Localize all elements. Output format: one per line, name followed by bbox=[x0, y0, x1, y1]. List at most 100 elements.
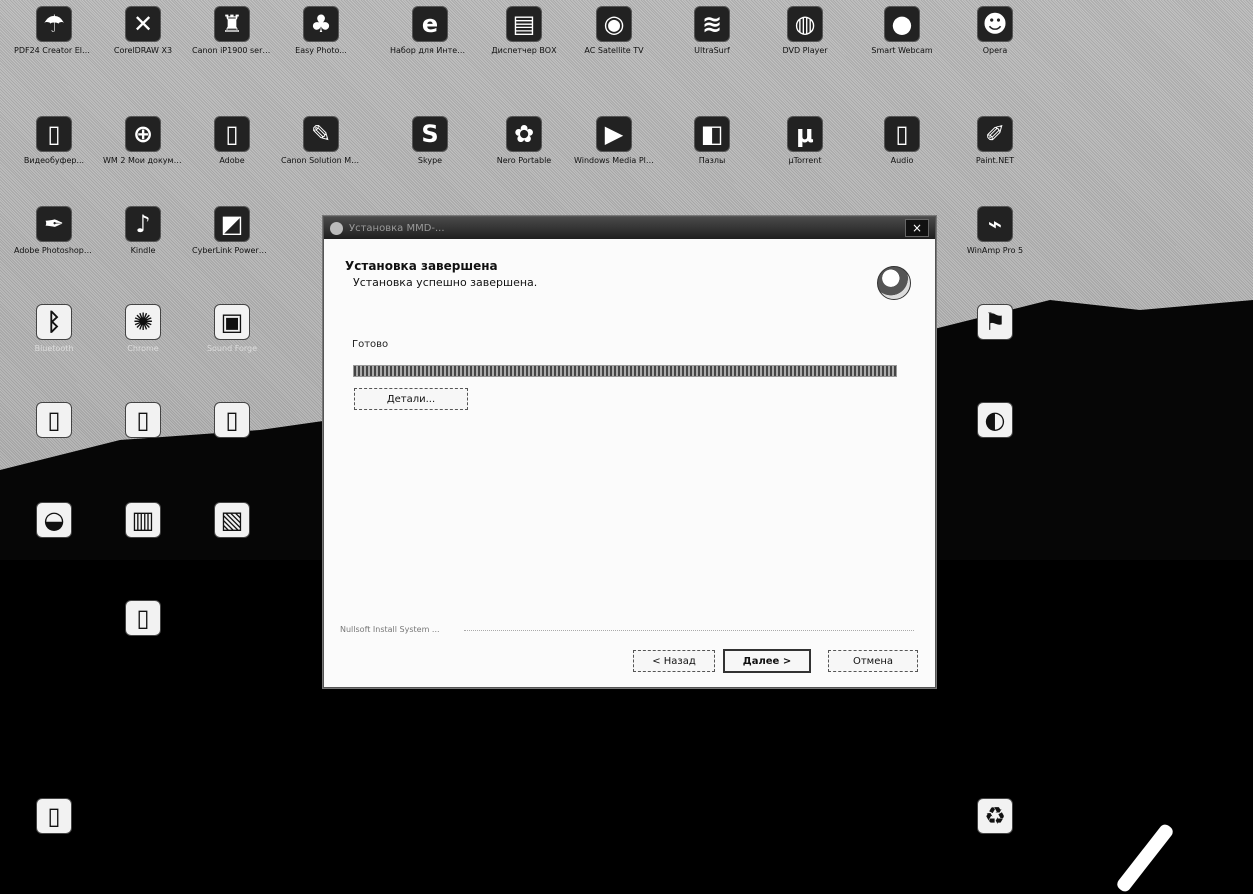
desktop-icon[interactable]: ◍ DVD Player bbox=[765, 6, 845, 56]
desktop-icon-label: Windows Media Player bbox=[574, 156, 654, 165]
next-button[interactable]: Далее > bbox=[723, 649, 811, 673]
desktop-icon[interactable]: ▯ bbox=[103, 600, 183, 636]
desktop-icon-label: CyberLink PowerDVD bbox=[192, 246, 272, 255]
app-icon: ✿ bbox=[506, 116, 542, 152]
desktop-icon-label: PDF24 Creator Elements bbox=[14, 46, 94, 55]
desktop-icon[interactable]: μ µTorrent bbox=[765, 116, 845, 166]
app-icon: ▯ bbox=[36, 402, 72, 438]
desktop-icon-label: Adobe Photoshop CS5 bbox=[14, 246, 94, 255]
progress-fill bbox=[354, 366, 896, 376]
desktop-icon[interactable]: ✿ Nero Portable bbox=[484, 116, 564, 166]
desktop-icon[interactable]: ◒ bbox=[14, 502, 94, 538]
app-icon: ▤ bbox=[506, 6, 542, 42]
app-icon: ◍ bbox=[787, 6, 823, 42]
desktop-icon[interactable]: ◉ AC Satellite TV bbox=[574, 6, 654, 56]
app-icon: ▯ bbox=[125, 600, 161, 636]
desktop-icon[interactable]: ▯ bbox=[14, 798, 94, 834]
desktop-icon[interactable]: ▯ bbox=[14, 402, 94, 438]
desktop-icon[interactable]: ⚑ bbox=[955, 304, 1035, 340]
desktop-icon[interactable]: ◩ CyberLink PowerDVD bbox=[192, 206, 272, 256]
app-icon: ▯ bbox=[214, 116, 250, 152]
app-icon: ✒ bbox=[36, 206, 72, 242]
desktop-icon[interactable]: ✒ Adobe Photoshop CS5 bbox=[14, 206, 94, 256]
dialog-titlebar[interactable]: Установка MMD-... × bbox=[324, 217, 935, 239]
desktop-icon-label: AC Satellite TV bbox=[584, 46, 644, 55]
desktop-icon[interactable]: ☂ PDF24 Creator Elements bbox=[14, 6, 94, 56]
progress-bar bbox=[353, 365, 897, 377]
desktop-icon[interactable]: ◐ bbox=[955, 402, 1035, 438]
app-icon: ▯ bbox=[36, 798, 72, 834]
header-title: Установка завершена bbox=[345, 259, 498, 273]
app-icon: ⚑ bbox=[977, 304, 1013, 340]
app-icon: ♻ bbox=[977, 798, 1013, 834]
app-icon: ♣ bbox=[303, 6, 339, 42]
desktop-icon[interactable]: ▥ bbox=[103, 502, 183, 538]
desktop-icon[interactable]: ▯ bbox=[192, 402, 272, 438]
app-icon: μ bbox=[787, 116, 823, 152]
app-icon: ◧ bbox=[694, 116, 730, 152]
app-icon: ▧ bbox=[214, 502, 250, 538]
desktop-icon[interactable]: ⌁ WinAmp Pro 5 bbox=[955, 206, 1035, 256]
desktop-icon-label: Smart Webcam bbox=[871, 46, 933, 55]
desktop-icon[interactable]: ✺ Chrome bbox=[103, 304, 183, 354]
desktop-icon-label: Opera bbox=[982, 46, 1008, 55]
app-icon: e bbox=[412, 6, 448, 42]
close-button[interactable]: × bbox=[905, 219, 929, 237]
desktop-icon[interactable]: ▯ Audio bbox=[862, 116, 942, 166]
desktop-icon[interactable]: ● Smart Webcam bbox=[862, 6, 942, 56]
app-icon: ♜ bbox=[214, 6, 250, 42]
desktop-icon[interactable]: ▤ Диспетчер ВОХ bbox=[484, 6, 564, 56]
footer-divider bbox=[464, 630, 914, 631]
desktop-icon-label: Audio bbox=[890, 156, 914, 165]
desktop-icon[interactable]: S Skype bbox=[390, 116, 470, 166]
desktop-icon[interactable]: ▶ Windows Media Player bbox=[574, 116, 654, 166]
desktop-icon-label: µTorrent bbox=[788, 156, 822, 165]
app-icon: ≋ bbox=[694, 6, 730, 42]
dialog-header: Установка завершена Установка успешно за… bbox=[324, 240, 935, 310]
details-button[interactable]: Детали... bbox=[354, 388, 468, 410]
desktop-icon[interactable]: ♪ Kindle bbox=[103, 206, 183, 256]
desktop-icon-label: DVD Player bbox=[782, 46, 828, 55]
app-icon: ✎ bbox=[303, 116, 339, 152]
desktop-icon[interactable]: e Набор для Интернета bbox=[390, 6, 470, 56]
desktop-icon[interactable]: ✕ CorelDRAW X3 bbox=[103, 6, 183, 56]
desktop-icon[interactable]: ◧ Пазлы bbox=[672, 116, 752, 166]
desktop-icon-label: Набор для Интернета bbox=[390, 46, 470, 55]
app-icon: ● bbox=[884, 6, 920, 42]
desktop-icon-label: WinAmp Pro 5 bbox=[966, 246, 1024, 255]
desktop-icon[interactable]: ▣ Sound Forge bbox=[192, 304, 272, 354]
app-icon: ☂ bbox=[36, 6, 72, 42]
app-icon: ♪ bbox=[125, 206, 161, 242]
app-icon: ▶ bbox=[596, 116, 632, 152]
desktop-icon-label: Adobe bbox=[219, 156, 245, 165]
back-button[interactable]: < Назад bbox=[633, 650, 715, 672]
desktop-icon[interactable]: ♜ Canon iP1900 series - ser... bbox=[192, 6, 272, 56]
desktop-icon[interactable]: ☻ Opera bbox=[955, 6, 1035, 56]
desktop-icon-label: Paint.NET bbox=[975, 156, 1015, 165]
app-icon: ◩ bbox=[214, 206, 250, 242]
status-label: Готово bbox=[352, 339, 389, 350]
desktop-icon[interactable]: ✐ Paint.NET bbox=[955, 116, 1035, 166]
desktop-icon[interactable]: ▯ Видеобуфер... bbox=[14, 116, 94, 166]
installer-app-icon bbox=[330, 221, 343, 235]
desktop-icon[interactable]: ᛒ Bluetooth bbox=[14, 304, 94, 354]
desktop-icon-label: CorelDRAW X3 bbox=[113, 46, 173, 55]
app-icon: ▣ bbox=[214, 304, 250, 340]
cancel-button[interactable]: Отмена bbox=[828, 650, 918, 672]
desktop-icon[interactable]: ♻ bbox=[955, 798, 1035, 834]
desktop-icon[interactable]: ⊕ WM 2 Мои документы bbox=[103, 116, 183, 166]
app-icon: ✐ bbox=[977, 116, 1013, 152]
app-icon: ✺ bbox=[125, 304, 161, 340]
desktop-icon[interactable]: ♣ Easy Photo... bbox=[281, 6, 361, 56]
desktop-icon[interactable]: ▧ bbox=[192, 502, 272, 538]
desktop-icon[interactable]: ✎ Canon Solution Menu bbox=[281, 116, 361, 166]
desktop-icon-label: Bluetooth bbox=[34, 344, 74, 353]
header-subtitle: Установка успешно завершена. bbox=[353, 276, 538, 289]
app-icon: ◒ bbox=[36, 502, 72, 538]
desktop-icon-label: Skype bbox=[417, 156, 443, 165]
desktop-icon[interactable]: ≋ UltraSurf bbox=[672, 6, 752, 56]
app-icon: ᛒ bbox=[36, 304, 72, 340]
desktop-icon[interactable]: ▯ bbox=[103, 402, 183, 438]
desktop-icon[interactable]: ▯ Adobe bbox=[192, 116, 272, 166]
desktop-icon-label: WM 2 Мои документы bbox=[103, 156, 183, 165]
